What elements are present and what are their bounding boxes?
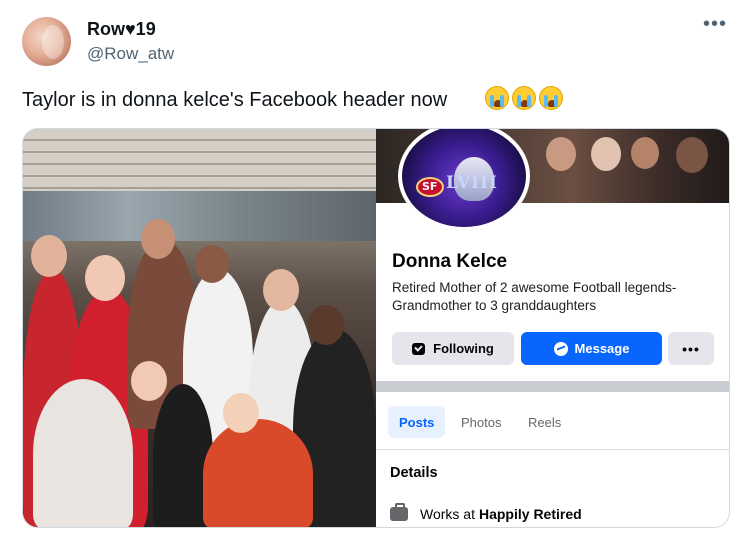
work-place: Happily Retired xyxy=(478,506,582,522)
following-button[interactable]: Following xyxy=(392,332,514,365)
more-button[interactable]: ••• xyxy=(668,332,714,365)
profile-name: Donna Kelce xyxy=(392,251,508,272)
following-label: Following xyxy=(433,341,494,356)
person-head xyxy=(195,245,229,283)
person-head xyxy=(85,255,125,301)
profile-picture[interactable]: LVIII xyxy=(398,129,530,231)
section-divider xyxy=(376,381,729,392)
display-name[interactable]: Row♥19 xyxy=(87,19,156,40)
group-photo[interactable] xyxy=(23,129,376,527)
niners-logo-icon xyxy=(416,177,444,197)
bio-line: Retired Mother of 2 awesome Football leg… xyxy=(392,280,677,295)
loudly-crying-face-icon xyxy=(485,86,509,110)
person-figure xyxy=(203,419,313,527)
tab-posts[interactable]: Posts xyxy=(388,406,446,438)
person-head xyxy=(31,235,67,277)
message-button[interactable]: Message xyxy=(521,332,662,365)
more-options-icon[interactable]: ••• xyxy=(703,14,727,34)
user-handle[interactable]: @Row_atw xyxy=(87,44,174,64)
person-head xyxy=(131,361,167,401)
person-head xyxy=(223,393,259,433)
super-bowl-logo-icon: LVIII xyxy=(446,173,498,193)
person-head xyxy=(308,305,344,345)
briefcase-icon xyxy=(390,503,408,521)
profile-bio: Retired Mother of 2 awesome Football leg… xyxy=(392,279,722,315)
cover-person xyxy=(631,137,659,169)
facebook-profile-screenshot[interactable]: LVIII Donna Kelce Retired Mother of 2 aw… xyxy=(376,129,729,527)
tweet-text: Taylor is in donna kelce's Facebook head… xyxy=(22,89,448,111)
tweet: Row♥19 @Row_atw ••• Taylor is in donna k… xyxy=(0,0,742,541)
messenger-icon xyxy=(553,341,568,356)
loudly-crying-face-icon xyxy=(539,86,563,110)
tabs-separator xyxy=(376,449,729,450)
stadium-window xyxy=(23,191,376,241)
person-head xyxy=(141,219,175,259)
avatar[interactable] xyxy=(22,17,71,66)
details-heading: Details xyxy=(390,465,438,481)
work-info: Works at Happily Retired xyxy=(390,503,582,522)
person-head xyxy=(263,269,299,311)
tab-photos[interactable]: Photos xyxy=(450,406,512,438)
person-figure xyxy=(33,379,133,527)
message-label: Message xyxy=(574,341,630,356)
media-attachment[interactable]: LVIII Donna Kelce Retired Mother of 2 aw… xyxy=(22,128,730,528)
loudly-crying-face-icon xyxy=(512,86,536,110)
cover-person xyxy=(591,137,621,171)
cover-person xyxy=(546,137,576,171)
bio-line: Grandmother to 3 granddaughters xyxy=(392,298,597,313)
emoji-group xyxy=(485,86,563,110)
work-prefix: Works at xyxy=(420,506,475,522)
cover-person xyxy=(676,137,708,173)
ceiling-lights xyxy=(23,129,376,191)
following-check-icon xyxy=(412,342,426,355)
tab-reels[interactable]: Reels xyxy=(517,406,572,438)
